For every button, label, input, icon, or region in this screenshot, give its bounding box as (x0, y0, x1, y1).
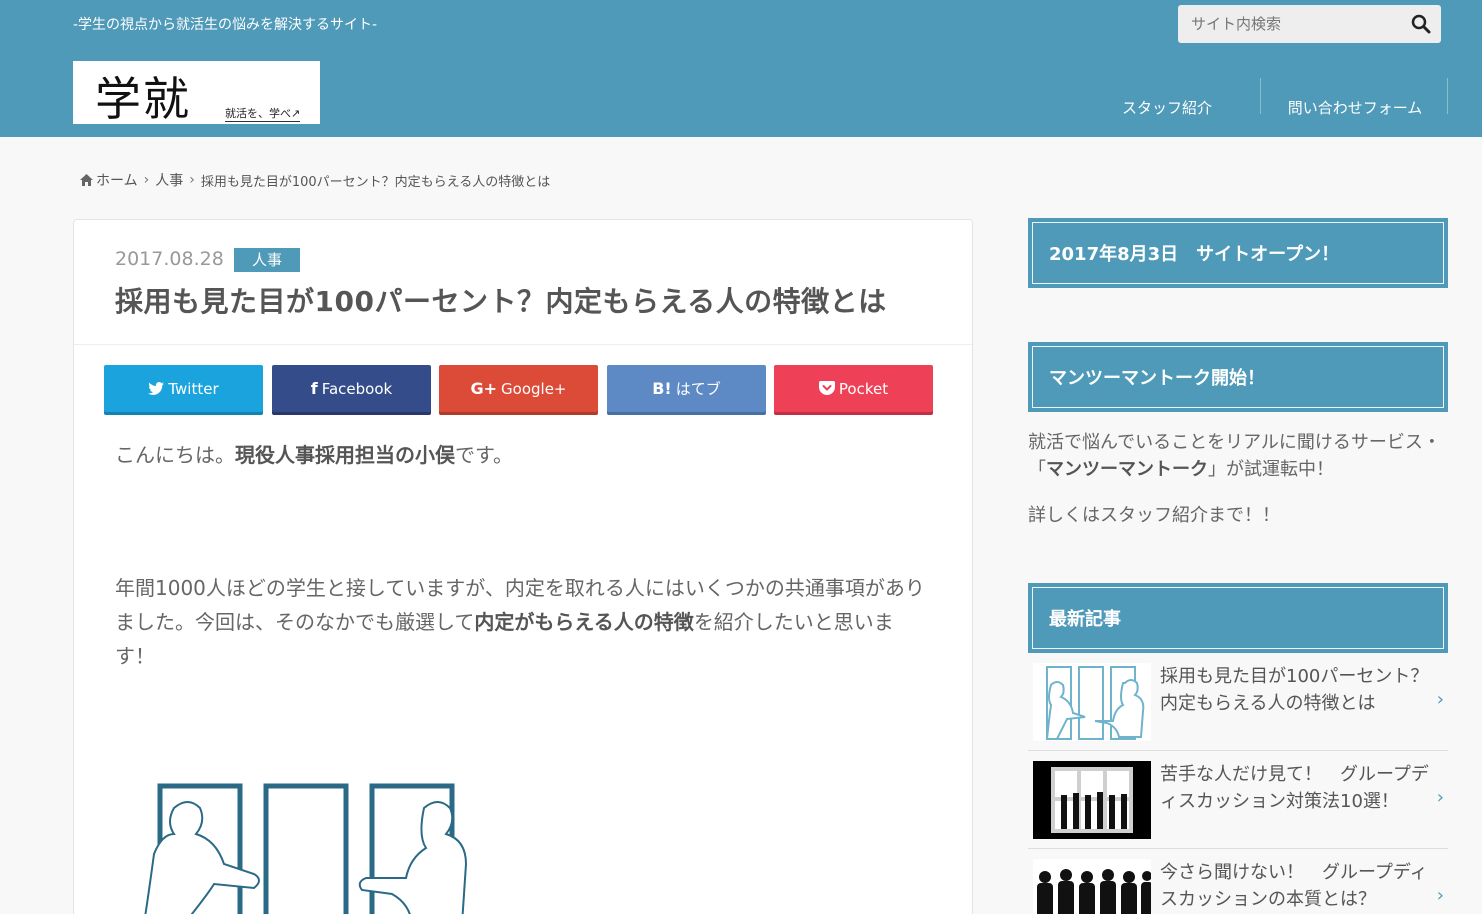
logo-sub-text: 就活を、学べ↗ (225, 107, 301, 122)
recent-post-item[interactable]: 今さら聞けない！ グループディスカッションの本質とは？ › (1028, 849, 1448, 914)
breadcrumb: ホーム › 人事 › 採用も見た目が100パーセント？内定もらえる人の特徴とは (80, 170, 550, 190)
share-twitter-button[interactable]: Twitter (104, 365, 263, 412)
category-badge[interactable]: 人事 (234, 248, 301, 272)
nav-bar: 問い合わせフォーム (1270, 77, 1440, 137)
search-icon[interactable] (1411, 14, 1431, 34)
share-pocket-button[interactable]: Pocket (774, 365, 933, 412)
recent-post-item[interactable]: 採用も見た目が100パーセント？内定もらえる人の特徴とは › (1028, 653, 1448, 751)
logo-main-text: 学就 (95, 72, 191, 126)
nav-divider (1260, 78, 1261, 114)
breadcrumb-home[interactable]: ホーム (96, 170, 138, 190)
chevron-right-icon: › (189, 172, 195, 188)
site-tagline: -学生の視点から就活生の悩みを解決するサイト- (73, 17, 378, 33)
pocket-icon (818, 381, 835, 395)
share-label: Google+ (501, 379, 567, 398)
site-logo[interactable]: 学就 就活を、学べ↗ (73, 61, 320, 126)
article-title: 採用も見た目が100パーセント？内定もらえる人の特徴とは (115, 285, 887, 318)
share-label: はてブ (675, 380, 721, 398)
breadcrumb-current: 採用も見た目が100パーセント？内定もらえる人の特徴とは (200, 174, 551, 190)
share-label: Twitter (168, 379, 219, 398)
recent-post-item[interactable]: 苦手な人だけ見て！ グループディスカッション対策法10選！ › (1028, 751, 1448, 849)
post-title: 採用も見た目が100パーセント？内定もらえる人の特徴とは (1160, 666, 1429, 714)
hatena-icon: B! (652, 379, 672, 398)
box-frame: 2017年8月3日 サイトオープン！ (1032, 222, 1444, 284)
box-frame: マンツーマントーク開始！ (1032, 346, 1444, 408)
text-span: こんにちは。 (115, 443, 235, 467)
home-icon (80, 174, 93, 186)
text-span: です。 (455, 443, 513, 467)
facebook-icon: f (310, 379, 318, 398)
breadcrumb-category[interactable]: 人事 (155, 170, 183, 190)
sidebar-recent-title: 最新記事 (1049, 609, 1121, 630)
site-header: -学生の視点から就活生の悩みを解決するサイト- 学就 就活を、学べ↗ スタッフ紹… (0, 0, 1482, 137)
article-card: 2017.08.28 人事 採用も見た目が100パーセント？内定もらえる人の特徴… (73, 219, 973, 914)
box-frame: 最新記事 (1032, 587, 1444, 649)
share-facebook-button[interactable]: f Facebook (272, 365, 431, 412)
interview-illustration (114, 768, 494, 914)
text-bold: 内定がもらえる人の特徴 (474, 610, 694, 634)
search-box (1178, 5, 1441, 43)
sidebar-talk-box: マンツーマントーク開始！ (1028, 342, 1448, 412)
nav-item-contact[interactable]: 問い合わせフォーム (1270, 77, 1440, 137)
sidebar-talk-note: 詳しくはスタッフ紹介まで！！ (1028, 505, 1280, 526)
text-span: 」が試運転中！ (1208, 459, 1334, 480)
post-thumbnail (1033, 663, 1151, 741)
twitter-icon (148, 381, 165, 395)
chevron-right-icon: › (143, 172, 150, 188)
sidebar-notice-title: 2017年8月3日 サイトオープン！ (1049, 244, 1340, 265)
post-date: 2017.08.28 (115, 248, 224, 270)
google-plus-icon: G+ (470, 379, 498, 398)
nav-item-staff[interactable]: スタッフ紹介 (1100, 77, 1234, 137)
share-hatena-button[interactable]: B! はてブ (607, 365, 766, 412)
nav-bar: スタッフ紹介 (1100, 77, 1234, 137)
sidebar-recent-box: 最新記事 (1028, 583, 1448, 653)
post-title: 今さら聞けない！ グループディスカッションの本質とは？ (1160, 862, 1428, 910)
chevron-right-icon: › (1436, 689, 1444, 710)
article-header: 2017.08.28 人事 採用も見た目が100パーセント？内定もらえる人の特徴… (74, 220, 972, 345)
chevron-right-icon: › (1436, 787, 1444, 808)
text-bold: 現役人事採用担当の小俣 (235, 443, 455, 467)
post-thumbnail (1033, 761, 1151, 839)
post-title: 苦手な人だけ見て！ グループディスカッション対策法10選！ (1160, 764, 1429, 812)
search-input[interactable] (1178, 5, 1398, 43)
share-label: Pocket (838, 379, 889, 398)
nav-divider (1447, 78, 1448, 114)
post-thumbnail (1033, 859, 1151, 914)
share-label: Facebook (321, 379, 393, 398)
share-googleplus-button[interactable]: G+ Google+ (439, 365, 598, 412)
chevron-right-icon: › (1436, 885, 1444, 906)
sidebar-talk-description: 就活で悩んでいることをリアルに聞けるサービス・「マンツーマントーク」が試運転中！ (1028, 429, 1448, 483)
paragraph-body: 年間1000人ほどの学生と接していますが、内定を取れる人にはいくつかの共通事項が… (115, 571, 925, 673)
sidebar-notice-box: 2017年8月3日 サイトオープン！ (1028, 218, 1448, 288)
text-bold: マンツーマントーク (1046, 459, 1208, 480)
sidebar-talk-title: マンツーマントーク開始！ (1049, 368, 1265, 389)
paragraph-intro: こんにちは。現役人事採用担当の小俣です。 (115, 438, 935, 472)
